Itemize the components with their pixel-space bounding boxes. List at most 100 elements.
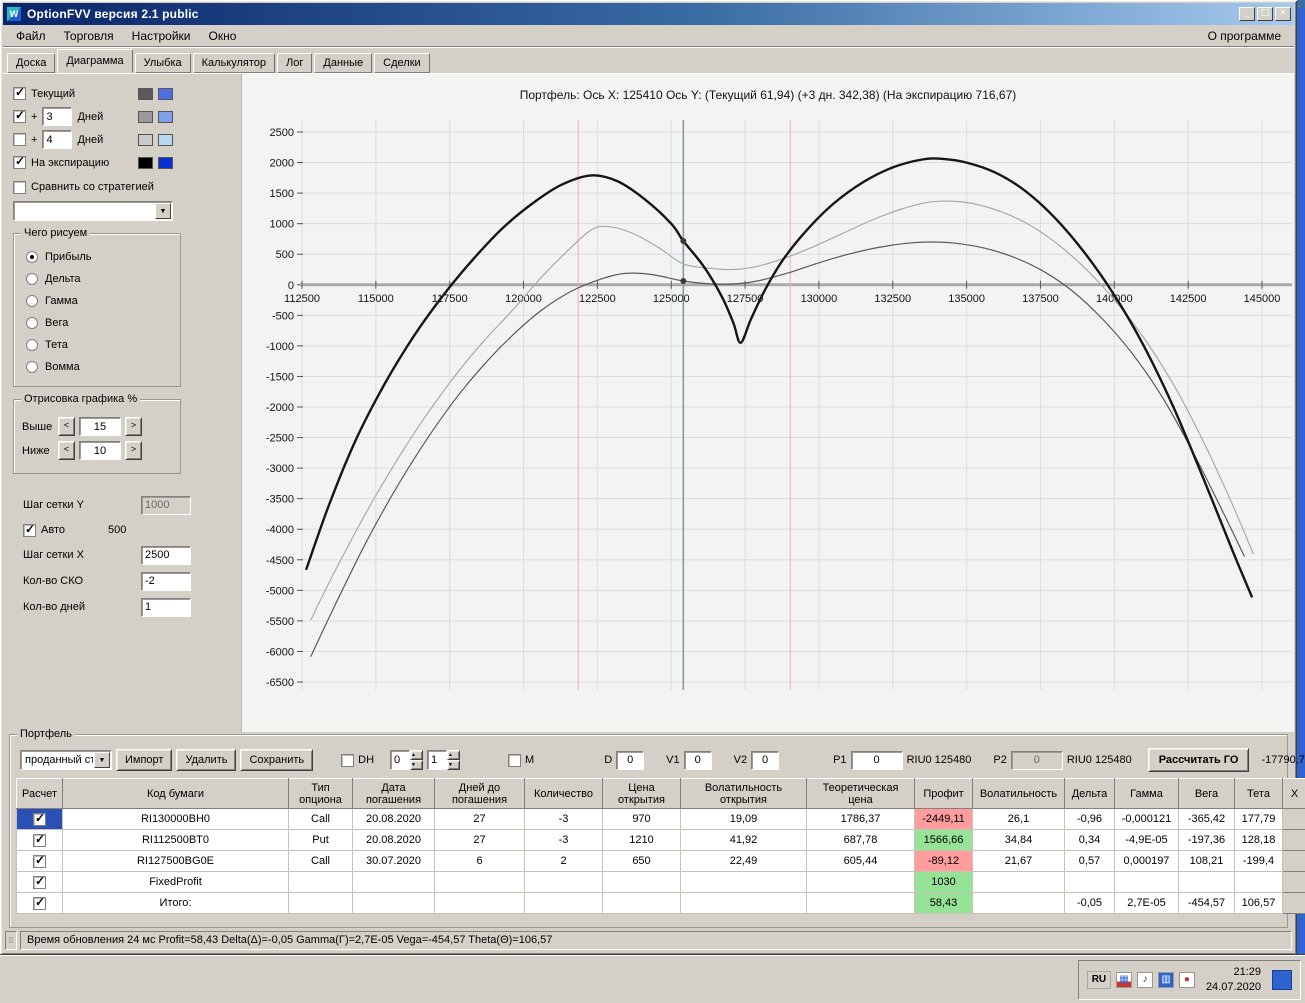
column-header[interactable]: Волатильность	[973, 779, 1065, 809]
radio-icon[interactable]	[26, 251, 38, 263]
column-header[interactable]: Дельта	[1065, 779, 1115, 809]
radio-icon[interactable]	[26, 273, 38, 285]
dh-checkbox[interactable]	[341, 754, 354, 767]
show-desktop-icon[interactable]	[1272, 970, 1292, 990]
column-header[interactable]: Волатильность открытия	[681, 779, 807, 809]
save-button[interactable]: Сохранить	[240, 749, 313, 771]
menu-about[interactable]: О программе	[1199, 26, 1290, 46]
plus3-days-input[interactable]	[42, 107, 72, 126]
network-icon[interactable]: ▥	[1158, 972, 1174, 988]
column-header[interactable]: X	[1283, 779, 1305, 809]
row-calc-cell[interactable]	[17, 809, 63, 830]
column-header[interactable]: Цена открытия	[603, 779, 681, 809]
maximize-button[interactable]: □	[1257, 7, 1273, 21]
plus4-days-input[interactable]	[42, 130, 72, 149]
column-header[interactable]: Вега	[1179, 779, 1235, 809]
tray-status-icon[interactable]: ●	[1179, 972, 1195, 988]
strategy-combobox[interactable]: ▼	[13, 201, 173, 221]
tab-Сделки[interactable]: Сделки	[374, 53, 430, 73]
draw-option-Гамма[interactable]: Гамма	[22, 290, 172, 312]
row-checkbox[interactable]	[33, 897, 46, 910]
menu-Торговля[interactable]: Торговля	[55, 26, 123, 46]
draw-option-Прибыль[interactable]: Прибыль	[22, 246, 172, 268]
radio-icon[interactable]	[26, 361, 38, 373]
column-header[interactable]: Тип опциона	[289, 779, 353, 809]
p1-field-input[interactable]	[851, 751, 903, 770]
chart-canvas[interactable]: 25002000150010005000-500-1000-1500-2000-…	[242, 110, 1294, 712]
range-above-input[interactable]	[79, 417, 121, 436]
row-delete-button[interactable]	[1283, 830, 1305, 851]
row-calc-cell[interactable]	[17, 872, 63, 893]
portfolio-type-combobox[interactable]: проданный ст ▼	[20, 750, 112, 770]
chevron-down-icon[interactable]: ▼	[94, 752, 110, 768]
plus4-checkbox[interactable]	[13, 133, 26, 146]
range-below-increase-button[interactable]: >	[125, 441, 142, 460]
row-checkbox[interactable]	[33, 876, 46, 889]
menu-Окно[interactable]: Окно	[200, 26, 246, 46]
column-header[interactable]: Профит	[915, 779, 973, 809]
days-input[interactable]	[141, 598, 191, 617]
radio-icon[interactable]	[26, 339, 38, 351]
row-checkbox[interactable]	[33, 813, 46, 826]
spinner-down-icon[interactable]: ▼	[447, 760, 460, 770]
sko-input[interactable]	[141, 572, 191, 591]
column-header[interactable]: Количество	[525, 779, 603, 809]
tab-Калькулятор[interactable]: Калькулятор	[193, 53, 275, 73]
p2-field-input[interactable]	[1011, 751, 1063, 770]
row-calc-cell[interactable]	[17, 851, 63, 872]
radio-icon[interactable]	[26, 317, 38, 329]
range-above-increase-button[interactable]: >	[125, 417, 142, 436]
column-header[interactable]: Тета	[1235, 779, 1283, 809]
column-header[interactable]: Гамма	[1115, 779, 1179, 809]
radio-icon[interactable]	[26, 295, 38, 307]
row-delete-button[interactable]	[1283, 893, 1305, 914]
delete-button[interactable]: Удалить	[176, 749, 236, 771]
column-header[interactable]: Дней до погашения	[435, 779, 525, 809]
tab-Данные[interactable]: Данные	[314, 53, 372, 73]
minimize-button[interactable]: _	[1239, 7, 1255, 21]
spinner-down-icon[interactable]: ▼	[410, 760, 423, 770]
draw-option-Вомма[interactable]: Вомма	[22, 356, 172, 378]
expiration-checkbox[interactable]	[13, 156, 26, 169]
menu-Настройки[interactable]: Настройки	[123, 26, 200, 46]
tab-Улыбка[interactable]: Улыбка	[135, 53, 191, 73]
range-below-input[interactable]	[79, 441, 121, 460]
grid-x-input[interactable]	[141, 546, 191, 565]
row-delete-button[interactable]	[1283, 809, 1305, 830]
row-calc-cell[interactable]	[17, 893, 63, 914]
column-header[interactable]: Теоретическая цена	[807, 779, 915, 809]
spinner-up-icon[interactable]: ▲	[447, 750, 460, 760]
v2-field-input[interactable]	[751, 751, 779, 770]
language-indicator[interactable]: RU	[1087, 971, 1111, 989]
import-button[interactable]: Импорт	[116, 749, 172, 771]
auto-checkbox[interactable]	[23, 524, 36, 537]
compare-strategy-checkbox[interactable]	[13, 181, 26, 194]
row-calc-cell[interactable]	[17, 830, 63, 851]
column-header[interactable]: Код бумаги	[63, 779, 289, 809]
draw-option-Вега[interactable]: Вега	[22, 312, 172, 334]
volume-icon[interactable]: ♪	[1137, 972, 1153, 988]
tab-Диаграмма[interactable]: Диаграмма	[57, 49, 132, 73]
d-field-input[interactable]	[616, 751, 644, 770]
range-below-decrease-button[interactable]: <	[58, 441, 75, 460]
column-header[interactable]: Дата погашения	[353, 779, 435, 809]
tray-chart-icon[interactable]: ▦	[1116, 972, 1132, 988]
row-delete-button[interactable]	[1283, 851, 1305, 872]
chevron-down-icon[interactable]: ▼	[155, 203, 171, 219]
row-checkbox[interactable]	[33, 855, 46, 868]
tab-Доска[interactable]: Доска	[7, 53, 55, 73]
tab-Лог[interactable]: Лог	[277, 53, 312, 73]
v1-field-input[interactable]	[684, 751, 712, 770]
calculate-go-button[interactable]: Рассчитать ГО	[1148, 748, 1250, 772]
column-header[interactable]: Расчет	[17, 779, 63, 809]
plus3-checkbox[interactable]	[13, 110, 26, 123]
draw-option-Тета[interactable]: Тета	[22, 334, 172, 356]
spinner-up-icon[interactable]: ▲	[410, 750, 423, 760]
dh-spinner-2-input[interactable]	[427, 750, 447, 770]
current-checkbox[interactable]	[13, 87, 26, 100]
menu-Файл[interactable]: Файл	[7, 26, 55, 46]
row-delete-button[interactable]	[1283, 872, 1305, 893]
row-checkbox[interactable]	[33, 834, 46, 847]
draw-option-Дельта[interactable]: Дельта	[22, 268, 172, 290]
range-above-decrease-button[interactable]: <	[58, 417, 75, 436]
